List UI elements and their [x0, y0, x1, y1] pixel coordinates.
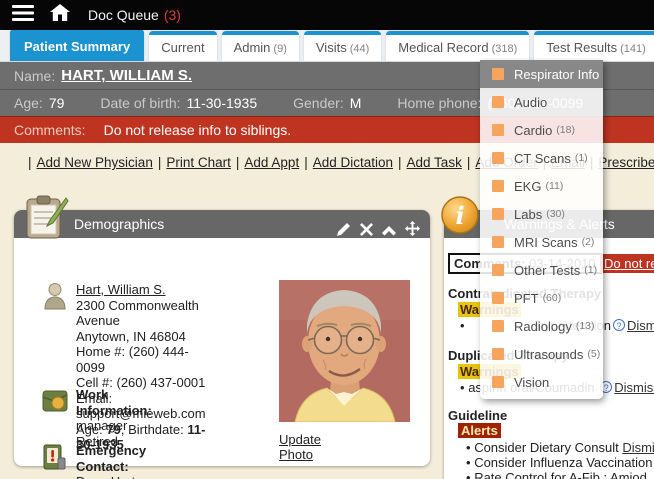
top-bar: Doc Queue (3)	[0, 0, 654, 30]
orange-square-icon	[492, 292, 504, 304]
link-add-dictation[interactable]: Add Dictation	[313, 155, 393, 170]
release-alert-link[interactable]: Do not release info to siblings.	[600, 254, 654, 273]
dismiss-link[interactable]: Dismiss	[627, 318, 654, 333]
patient-name-link[interactable]: HART, WILLIAM S.	[61, 67, 192, 84]
clipboard-icon	[22, 194, 70, 245]
menu-item-respirator-info[interactable]: Respirator Info	[480, 60, 603, 88]
patient-dob: 11-30-1935	[187, 95, 258, 111]
patient-gender: M	[350, 95, 362, 111]
orange-square-icon	[492, 96, 504, 108]
orange-square-icon	[492, 180, 504, 192]
menu-item-mri-scans[interactable]: MRI Scans(2)	[480, 228, 603, 256]
tab-test-results[interactable]: Test Results(141)	[534, 31, 654, 61]
menu-item-audio[interactable]: Audio	[480, 88, 603, 116]
orange-square-icon	[492, 124, 504, 136]
svg-text:i: i	[455, 201, 464, 230]
orange-square-icon	[492, 236, 504, 248]
tab-patient-summary[interactable]: Patient Summary	[10, 30, 144, 61]
test-results-menu: Respirator Info Audio Cardio(18) CT Scan…	[480, 60, 603, 399]
orange-square-icon	[492, 68, 504, 80]
person-icon	[44, 282, 66, 313]
patient-age: 79	[49, 95, 65, 111]
address-line1: 2300 Commonwealth Avenue	[76, 298, 206, 329]
emergency-contact-block: Emergency Contact: Doug Hart Phone #1:(2…	[76, 443, 146, 479]
tab-bar: Patient Summary Current Admin(9) Visits(…	[0, 30, 654, 62]
guideline-heading: Guideline	[448, 408, 507, 423]
orange-square-icon	[492, 320, 504, 332]
guideline-alerts-tag: Alerts	[458, 423, 501, 438]
menu-item-labs[interactable]: Labs(30)	[480, 200, 603, 228]
orange-square-icon	[492, 348, 504, 360]
link-add-task[interactable]: Add Task	[407, 155, 462, 170]
link-print-chart[interactable]: Print Chart	[166, 155, 231, 170]
patient-photo	[279, 280, 410, 425]
link-add-new-physician[interactable]: Add New Physician	[37, 155, 153, 170]
guideline-item: • Rate Control for A-Fib : Amiod	[466, 470, 647, 479]
collapse-icon[interactable]	[382, 217, 396, 245]
work-information-block: Work Information: manager Retired	[76, 387, 152, 449]
menu-item-other-tests[interactable]: Other Tests(1)	[480, 256, 603, 284]
demographics-name-link[interactable]: Hart, William S.	[76, 282, 166, 297]
update-photo-link[interactable]: Update Photo	[279, 432, 321, 462]
demographics-header: Demographics	[14, 210, 430, 238]
menu-item-vision[interactable]: Vision	[480, 368, 603, 396]
tab-visits[interactable]: Visits(44)	[304, 31, 381, 61]
close-icon[interactable]	[360, 217, 373, 245]
guideline-item: • Consider Influenza Vaccination Dismiss	[466, 455, 654, 470]
tab-admin[interactable]: Admin(9)	[222, 31, 299, 61]
menu-item-ekg[interactable]: EKG(11)	[480, 172, 603, 200]
menu-item-radiology[interactable]: Radiology(13)	[480, 312, 603, 340]
demographics-title: Demographics	[74, 216, 164, 232]
home-icon[interactable]	[50, 4, 70, 26]
emergency-title: Emergency Contact:	[76, 443, 146, 474]
dismiss-link[interactable]: Dismiss	[622, 440, 654, 455]
orange-square-icon	[492, 152, 504, 164]
emergency-icon	[43, 444, 66, 473]
guideline-item: • Consider Dietary Consult Dismiss	[466, 440, 654, 455]
move-icon[interactable]	[405, 217, 420, 245]
menu-item-ct-scans[interactable]: CT Scans(1)	[480, 144, 603, 172]
link-prescribe[interactable]: Prescribe	[598, 155, 654, 170]
comments-text: Do not release info to siblings.	[104, 122, 292, 138]
help-icon[interactable]: ?	[613, 319, 625, 331]
doc-queue-link[interactable]: Doc Queue	[88, 7, 159, 23]
orange-square-icon	[492, 264, 504, 276]
tab-current[interactable]: Current	[149, 31, 216, 61]
demographics-panel: Demographics Ha	[14, 210, 430, 466]
edit-icon[interactable]	[337, 217, 351, 245]
menu-item-ultrasounds[interactable]: Ultrasounds(5)	[480, 340, 603, 368]
orange-square-icon	[492, 208, 504, 220]
menu-item-cardio[interactable]: Cardio(18)	[480, 116, 603, 144]
emergency-name: Doug Hart	[76, 474, 146, 479]
dismiss-link[interactable]: Dismiss	[614, 380, 654, 395]
work-icon	[42, 388, 68, 415]
home-phone-line: Home #: (260) 444-0099	[76, 344, 206, 375]
webchart-app: Doc Queue (3) Patient Summary Current Ad…	[0, 0, 654, 479]
menu-item-pft[interactable]: PFT(60)	[480, 284, 603, 312]
orange-square-icon	[492, 376, 504, 388]
address-line2: Anytown, IN 46804	[76, 329, 206, 345]
work-title: Work Information:	[76, 387, 152, 418]
info-icon: i	[440, 195, 480, 240]
doc-queue-count: (3)	[164, 7, 181, 23]
tab-medical-record[interactable]: Medical Record(318)	[386, 31, 529, 61]
link-add-appt[interactable]: Add Appt	[244, 155, 299, 170]
menu-icon[interactable]	[12, 5, 34, 26]
work-occupation: manager	[76, 418, 152, 434]
